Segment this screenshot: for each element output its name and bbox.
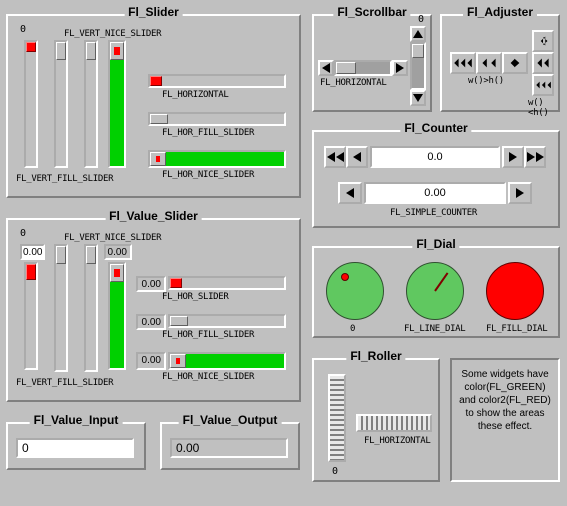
hor-fill-slider[interactable] <box>148 112 286 126</box>
vs1-value: 0.00 <box>20 244 45 260</box>
value-output-title: Fl_Value_Output <box>179 413 282 427</box>
value-output-panel: Fl_Value_Output 0.00 <box>160 422 300 470</box>
scrollbar-h-label: FL_HORIZONTAL <box>320 78 387 88</box>
vert-fill-slider[interactable] <box>54 40 68 168</box>
vert-slider-3[interactable] <box>84 40 98 168</box>
dial-normal[interactable] <box>326 262 384 320</box>
counter1-fastinc[interactable] <box>524 146 546 168</box>
adjuster-panel: Fl_Adjuster w()>h() w()<h() <box>440 14 560 112</box>
dial-line-label: FL_LINE_DIAL <box>404 324 465 334</box>
value-output-field: 0.00 <box>170 438 288 458</box>
vs-vnice-label: FL_VERT_NICE_SLIDER <box>64 233 161 243</box>
scroll-down-button[interactable] <box>410 90 426 106</box>
vs-hor-nice[interactable] <box>168 352 286 370</box>
adj-v-3[interactable] <box>532 74 554 96</box>
hor-label: FL_HORIZONTAL <box>162 90 229 100</box>
adj-h-2[interactable] <box>476 52 502 74</box>
counter-panel: Fl_Counter 0.0 0.00 FL_SIMPLE_COUNTER <box>312 130 560 228</box>
hor-nice-label: FL_HOR_NICE_SLIDER <box>162 170 254 180</box>
hor-slider-redthumb[interactable] <box>148 74 286 88</box>
vs-vert-2[interactable] <box>54 244 68 372</box>
adj-h-1[interactable] <box>450 52 476 74</box>
vs-hfill-label: FL_HOR_FILL_SLIDER <box>162 330 254 340</box>
vs-hor-fill[interactable] <box>168 314 286 328</box>
vert-fill-slider-label: FL_VERT_FILL_SLIDER <box>16 174 113 184</box>
hor-fill-label: FL_HOR_FILL_SLIDER <box>162 128 254 138</box>
adj-v-2[interactable] <box>532 52 554 74</box>
v-scroll-track[interactable] <box>410 42 426 90</box>
scroll-left-button[interactable] <box>318 60 334 76</box>
simple-counter-label: FL_SIMPLE_COUNTER <box>390 208 477 218</box>
vs-vert-3[interactable] <box>84 244 98 372</box>
roller-panel: Fl_Roller 0 FL_HORIZONTAL <box>312 358 440 482</box>
counter2-dec[interactable] <box>338 182 362 204</box>
roller-title: Fl_Roller <box>346 349 405 363</box>
dial-fill-label: FL_FILL_DIAL <box>486 324 547 334</box>
vs-hnice-label: FL_HOR_NICE_SLIDER <box>162 372 254 382</box>
scrollbar-panel: Fl_Scrollbar 0 FL_HORIZONTAL <box>312 14 432 112</box>
adj-v-1[interactable] <box>532 30 554 52</box>
vert-nice-slider-label: FL_VERT_NICE_SLIDER <box>64 29 161 39</box>
dial-panel: Fl_Dial 0 FL_LINE_DIAL FL_FILL_DIAL <box>312 246 560 338</box>
value-input-field[interactable]: 0 <box>16 438 134 458</box>
dial-zero-label: 0 <box>350 324 355 334</box>
counter1-fastdec[interactable] <box>324 146 346 168</box>
counter1-dec[interactable] <box>346 146 368 168</box>
adj-h-3[interactable] <box>502 52 528 74</box>
vs-hslider-label: FL_HOR_SLIDER <box>162 292 229 302</box>
h-scroll-track[interactable] <box>334 60 392 76</box>
dial-line[interactable] <box>406 262 464 320</box>
vs-nice-value: 0.00 <box>104 244 132 260</box>
counter1-display: 0.0 <box>370 146 500 168</box>
scrollbar-zero-label: 0 <box>418 14 424 25</box>
scrollbar-title: Fl_Scrollbar <box>333 5 410 19</box>
slider-zero-label: 0 <box>20 24 26 35</box>
adjuster-title: Fl_Adjuster <box>463 5 537 19</box>
vs-h1-value: 0.00 <box>136 276 166 292</box>
vs-vert-nice[interactable] <box>108 262 126 370</box>
scroll-up-button[interactable] <box>410 26 426 42</box>
vs-vfill-label: FL_VERT_FILL_SLIDER <box>16 378 113 388</box>
info-box: Some widgets have color(FL_GREEN) and co… <box>450 358 560 482</box>
adj-wlth-label: w()<h() <box>528 98 558 118</box>
dial-title: Fl_Dial <box>412 237 459 251</box>
value-input-title: Fl_Value_Input <box>30 413 123 427</box>
counter2-inc[interactable] <box>508 182 532 204</box>
slider-panel-title: Fl_Slider <box>124 5 183 19</box>
hor-nice-slider[interactable] <box>148 150 286 168</box>
roller-horizontal[interactable] <box>356 414 432 432</box>
value-input-panel: Fl_Value_Input 0 <box>6 422 146 470</box>
roller-h-label: FL_HORIZONTAL <box>364 436 431 446</box>
counter-title: Fl_Counter <box>400 121 471 135</box>
scroll-right-button[interactable] <box>392 60 408 76</box>
vert-slider-1[interactable] <box>24 40 38 168</box>
value-slider-title: Fl_Value_Slider <box>105 209 202 223</box>
vert-nice-slider[interactable] <box>108 40 126 168</box>
roller-vertical[interactable] <box>328 374 346 462</box>
counter2-display: 0.00 <box>364 182 506 204</box>
vs-h3-value: 0.00 <box>136 352 166 370</box>
vs-hor-1[interactable] <box>168 276 286 290</box>
slider-panel: Fl_Slider 0 FL_VERT_NICE_SLIDER FL_VERT_… <box>6 14 301 198</box>
adj-wgth-label: w()>h() <box>468 76 504 86</box>
value-slider-panel: Fl_Value_Slider 0 FL_VERT_NICE_SLIDER 0.… <box>6 218 301 402</box>
dial-fill[interactable] <box>486 262 544 320</box>
vs-h2-value: 0.00 <box>136 314 166 330</box>
vs-zero-label: 0 <box>20 228 26 239</box>
counter1-inc[interactable] <box>502 146 524 168</box>
roller-zero-label: 0 <box>332 466 338 477</box>
vs-vert-1[interactable] <box>24 262 38 370</box>
